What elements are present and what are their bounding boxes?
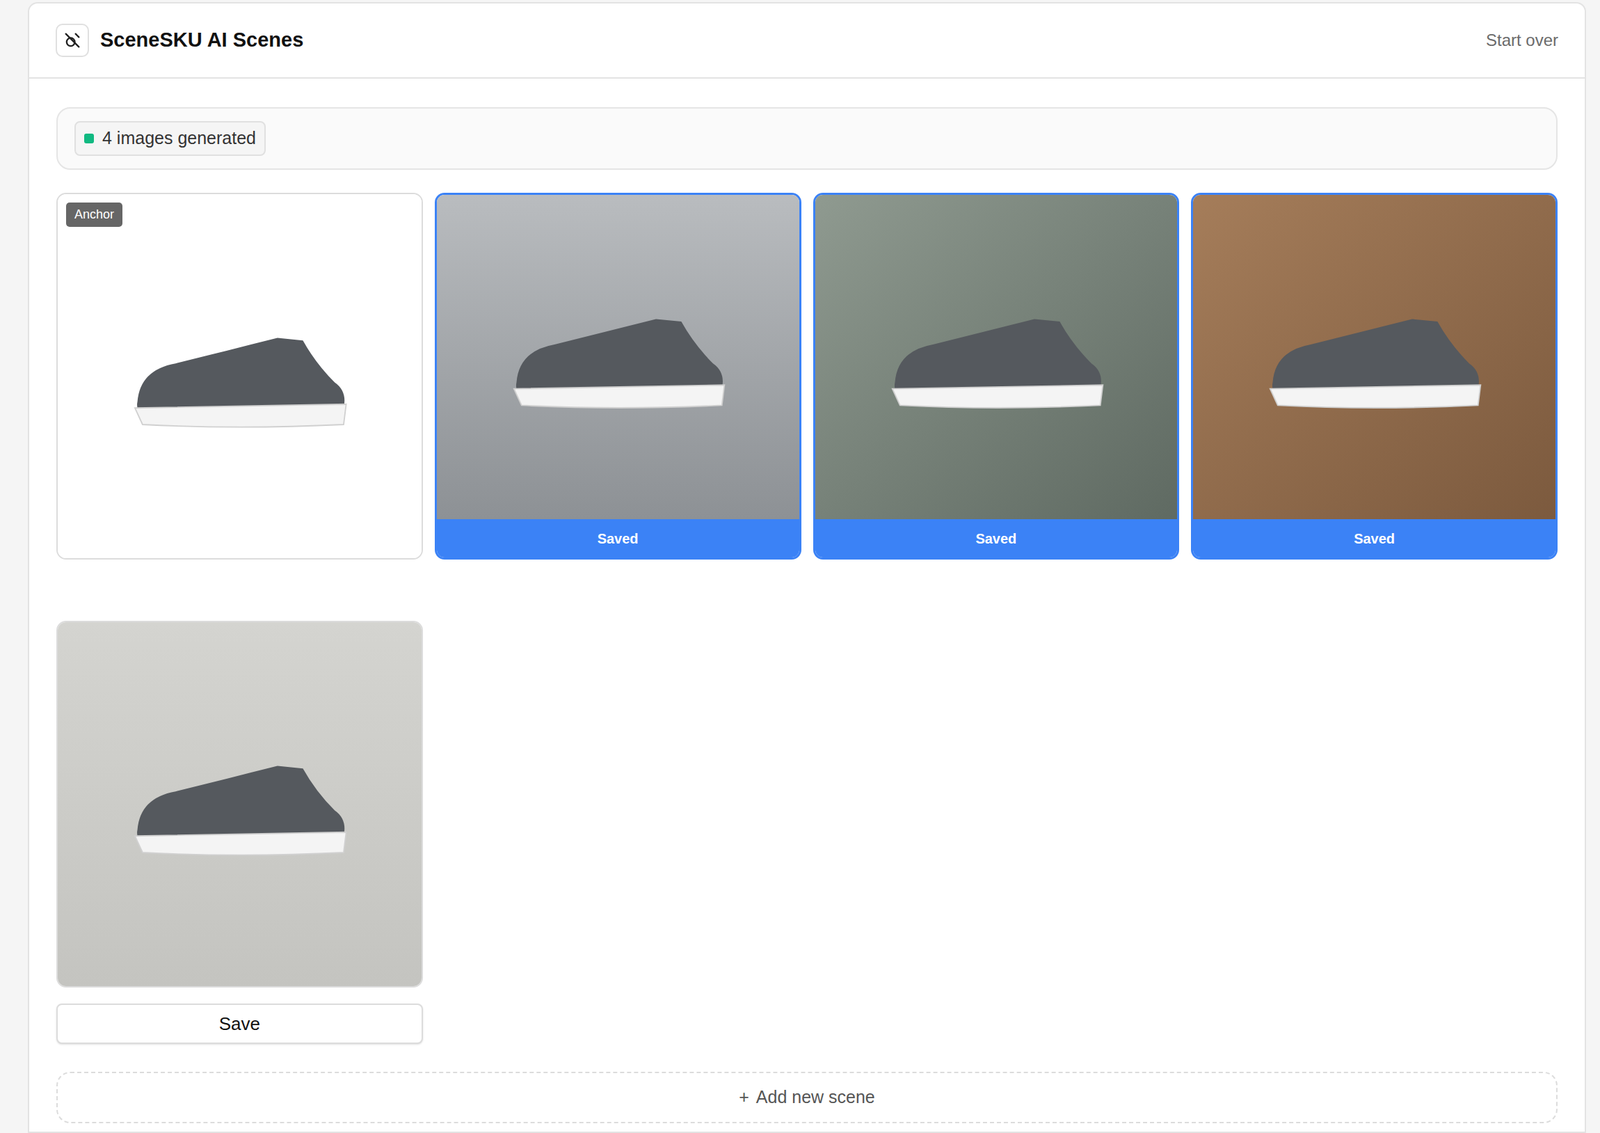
- scene-photo: [57, 621, 422, 986]
- scene-card[interactable]: Anchor: [56, 192, 423, 560]
- scene-photo: [436, 194, 800, 519]
- plus-icon: +: [738, 1083, 750, 1111]
- shoe-photo-icon: [491, 293, 746, 421]
- scene-photo: [1193, 194, 1556, 519]
- app-title: SceneSKU AI Scenes: [100, 25, 304, 56]
- scene-photo: [57, 194, 422, 558]
- shoe-photo-icon: [869, 293, 1124, 421]
- saved-bar: Saved: [815, 518, 1178, 558]
- status-dot: [84, 133, 94, 144]
- shoe-photo-icon: [1247, 293, 1502, 421]
- status-badge: 4 images generated: [74, 121, 266, 156]
- add-scene-button[interactable]: +Add new scene: [56, 1071, 1558, 1123]
- scene-item: Anchor: [56, 192, 423, 560]
- scene-item: Saved: [813, 192, 1180, 560]
- shoe-photo-icon: [112, 312, 367, 440]
- scene-card[interactable]: [56, 620, 423, 988]
- scene-card[interactable]: Saved: [813, 192, 1180, 560]
- scene-item: Saved: [1190, 192, 1558, 560]
- status-bar: 4 images generated: [56, 107, 1558, 170]
- page: SceneSKU AI Scenes Start over 4 images gen…: [0, 0, 1600, 1133]
- scene-card[interactable]: Saved: [1190, 192, 1558, 560]
- saved-bar: Saved: [1193, 518, 1556, 558]
- save-button[interactable]: Save: [56, 1003, 423, 1044]
- anchor-badge: Anchor: [66, 202, 123, 227]
- header: SceneSKU AI Scenes Start over: [29, 3, 1585, 79]
- scene-card[interactable]: Saved: [434, 192, 802, 560]
- saved-bar: Saved: [436, 518, 800, 558]
- shoe-photo-icon: [112, 740, 367, 868]
- scene-item: Save: [56, 620, 423, 1044]
- scene-grid: Anchor Saved Saved Saved Save: [56, 192, 1558, 1044]
- app-card: SceneSKU AI Scenes Start over 4 images gen…: [27, 2, 1587, 1133]
- scene-item: Saved: [434, 192, 802, 560]
- logo-icon: [55, 23, 90, 58]
- scene-photo: [815, 194, 1178, 519]
- start-over-button[interactable]: Start over: [1485, 27, 1559, 53]
